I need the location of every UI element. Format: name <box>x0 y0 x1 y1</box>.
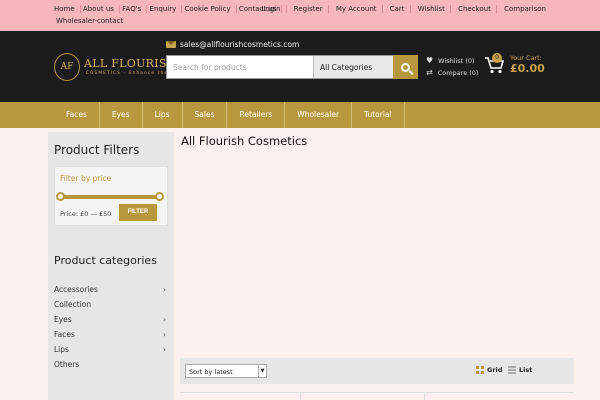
link-enquiry[interactable]: Enquiry <box>150 5 177 13</box>
grid-view-toggle[interactable]: Grid <box>476 366 502 374</box>
price-max-handle[interactable] <box>155 192 164 201</box>
search-bar: All Categories <box>166 55 418 79</box>
nav-tutorial[interactable]: Tutorial <box>352 102 405 128</box>
chevron-right-icon[interactable]: › <box>163 342 166 357</box>
link-comparison[interactable]: Comparison <box>504 5 546 13</box>
price-min-handle[interactable] <box>56 192 65 201</box>
email-text: sales@allflourishcosmetics.com <box>180 40 300 49</box>
category-select[interactable]: All Categories <box>313 56 393 78</box>
link-register[interactable]: Register <box>294 5 323 13</box>
link-wishlist[interactable]: Wishlist <box>418 5 445 13</box>
link-about[interactable]: About us <box>83 5 114 13</box>
shop-toolbar: Sort by latest ▼ Grid List <box>180 358 574 384</box>
price-filter-title: Filter by price <box>60 174 112 183</box>
site-header: AF ALL FLOURISH COSMETICS · Enhance the … <box>0 31 600 102</box>
nav-sales[interactable]: Sales <box>183 102 228 128</box>
cart-widget[interactable]: 0 Your Cart: £0.00 <box>484 53 545 81</box>
logo-emblem-icon: AF <box>54 53 80 81</box>
link-wholesaler-contact[interactable]: Wholesaler-contact <box>56 17 123 25</box>
cart-count-badge: 0 <box>492 53 502 63</box>
chevron-right-icon[interactable]: › <box>163 312 166 327</box>
top-left-links: Home About us FAQ's Enquiry Cookie Polic… <box>54 5 283 13</box>
mail-icon <box>166 41 176 48</box>
link-cookie[interactable]: Cookie Policy <box>184 5 230 13</box>
product-categories-title: Product categories <box>54 254 157 267</box>
nav-eyes[interactable]: Eyes <box>100 102 143 128</box>
list-view-toggle[interactable]: List <box>508 366 532 374</box>
grid-icon <box>476 366 484 374</box>
search-icon <box>401 62 410 72</box>
page-title: All Flourish Cosmetics <box>181 134 308 148</box>
sort-select[interactable]: Sort by latest ▼ <box>185 364 267 378</box>
wishlist-label: Wishlist (0) <box>438 56 475 65</box>
wishlist-link[interactable]: ♥ Wishlist (0) <box>426 56 475 65</box>
compare-arrows-icon: ⇄ <box>426 68 433 77</box>
filter-button[interactable]: FILTER <box>119 204 157 221</box>
nav-lips[interactable]: Lips <box>143 102 183 128</box>
nav-wholesaler[interactable]: Wholesaler <box>285 102 353 128</box>
list-icon <box>508 366 516 374</box>
price-filter-widget: Filter by price Price: £0 — £50 FILTER <box>54 166 168 226</box>
category-lips[interactable]: Lips › <box>54 342 168 357</box>
category-collection[interactable]: Collection <box>54 297 168 312</box>
product-grid <box>180 392 574 400</box>
compare-label: Compare (0) <box>437 68 479 77</box>
product-filters-sidebar: Product Filters Filter by price Price: £… <box>48 132 174 400</box>
category-others[interactable]: Others <box>54 357 168 372</box>
nav-retailers[interactable]: Retailers <box>227 102 286 128</box>
link-faq[interactable]: FAQ's <box>122 5 141 13</box>
link-login[interactable]: Login <box>262 5 281 13</box>
cart-total: £0.00 <box>510 62 545 75</box>
sidebar-title: Product Filters <box>54 143 140 157</box>
price-range-text: Price: £0 — £50 <box>60 210 112 218</box>
search-button[interactable] <box>393 55 418 79</box>
price-range-slider[interactable] <box>56 192 164 201</box>
top-bar: Home About us FAQ's Enquiry Cookie Polic… <box>0 0 600 31</box>
link-home[interactable]: Home <box>54 5 75 13</box>
category-eyes[interactable]: Eyes › <box>54 312 168 327</box>
link-my-account[interactable]: My Account <box>336 5 377 13</box>
chevron-right-icon[interactable]: › <box>163 327 166 342</box>
link-cart[interactable]: Cart <box>390 5 405 13</box>
product-categories-list: Accessories › Collection Eyes › Faces › Lip… <box>54 282 168 372</box>
top-right-links: Login Register My Account Cart Wishlist … <box>262 5 546 13</box>
site-logo[interactable]: AF ALL FLOURISH COSMETICS · Enhance the … <box>54 53 212 83</box>
nav-faces[interactable]: Faces <box>54 102 100 128</box>
category-accessories[interactable]: Accessories › <box>54 282 168 297</box>
chevron-right-icon[interactable]: › <box>163 282 166 297</box>
dropdown-arrow-icon: ▼ <box>258 365 266 377</box>
main-nav: Faces Eyes Lips Sales Retailers Wholesal… <box>0 102 600 128</box>
email-contact[interactable]: sales@allflourishcosmetics.com <box>166 40 299 49</box>
heart-icon: ♥ <box>426 56 434 65</box>
category-faces[interactable]: Faces › <box>54 327 168 342</box>
cart-label: Your Cart: <box>510 54 542 62</box>
search-input[interactable] <box>167 56 313 78</box>
link-checkout[interactable]: Checkout <box>458 5 491 13</box>
compare-link[interactable]: ⇄ Compare (0) <box>426 68 478 77</box>
logo-name: ALL FLOURISH <box>84 57 177 70</box>
